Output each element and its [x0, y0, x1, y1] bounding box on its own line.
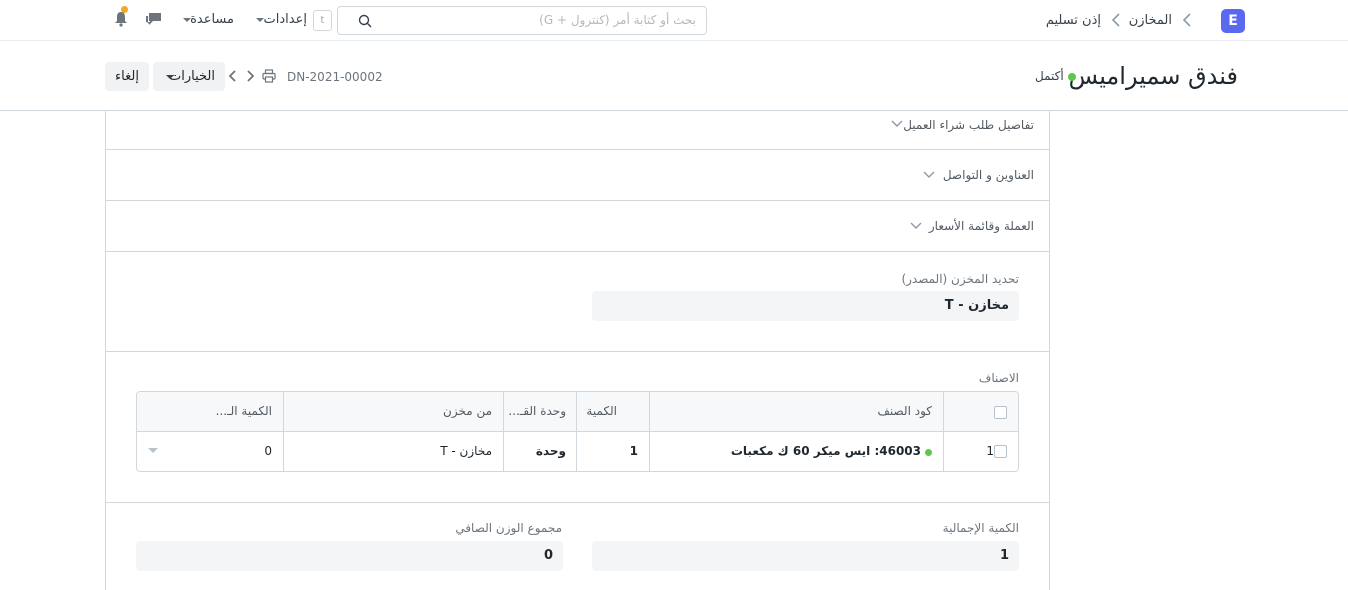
page-title: فندق سميراميس	[1068, 62, 1238, 90]
row-index: 1	[986, 444, 994, 458]
column-header-warehouse[interactable]: من مخزن	[443, 404, 492, 418]
section-title-customer-po: تفاصيل طلب شراء العميل	[903, 118, 1034, 132]
total-qty-label: الكمية الإجمالية	[942, 521, 1019, 535]
search-icon	[358, 14, 372, 28]
row-expand-icon[interactable]	[147, 447, 159, 455]
net-weight-field[interactable]: 0	[136, 541, 563, 571]
item-status-dot	[925, 449, 932, 456]
section-title-currency: العملة وقائمة الأسعار	[928, 219, 1034, 233]
options-label: الخيارات	[169, 69, 215, 84]
shortcut-key-hint: t	[313, 10, 332, 31]
section-address-contact[interactable]: العناوين و التواصل	[106, 150, 1049, 201]
previous-document-icon[interactable]	[226, 68, 240, 84]
options-dropdown-button[interactable]: الخيارات	[153, 62, 225, 91]
warehouse-cell[interactable]: مخازن - T	[440, 444, 492, 458]
column-divider	[576, 392, 577, 471]
net-weight-label: مجموع الوزن الصافي	[455, 521, 562, 535]
section-customer-po[interactable]: تفاصيل طلب شراء العميل	[106, 111, 1049, 150]
column-header-qty[interactable]: الكمية	[586, 404, 617, 418]
notification-dot	[121, 6, 128, 13]
status-badge: أكتمل	[1035, 69, 1064, 83]
print-icon[interactable]	[262, 69, 276, 83]
app-logo[interactable]: E	[1221, 9, 1245, 33]
status-indicator-dot	[1068, 73, 1076, 81]
source-warehouse-field[interactable]: مخازن - T	[592, 291, 1019, 321]
navbar: E المخازن إذن تسليم بحث أو كتابة أمر (كن…	[0, 0, 1348, 41]
section-totals: الكمية الإجمالية 1 مجموع الوزن الصافي 0	[106, 503, 1049, 590]
cancel-button[interactable]: إلغاء	[105, 62, 149, 91]
chevron-left-icon	[1111, 13, 1120, 27]
column-divider	[283, 392, 284, 471]
chat-icon[interactable]	[145, 11, 163, 27]
item-code-cell[interactable]: 46003: ايس ميكر 60 ك مكعبات	[731, 444, 921, 458]
column-header-last-qty[interactable]: الكمية الـ...	[216, 404, 272, 418]
chevron-down-icon	[910, 222, 922, 229]
breadcrumb-delivery-note[interactable]: إذن تسليم	[1046, 13, 1101, 28]
items-table: كود الصنف الكمية وحدة القـ... من مخزن ال…	[136, 391, 1019, 472]
section-title-address: العناوين و التواصل	[942, 168, 1034, 182]
breadcrumb-warehouses[interactable]: المخازن	[1129, 13, 1172, 28]
caret-down-icon	[166, 75, 174, 79]
column-header-uom[interactable]: وحدة القـ...	[508, 404, 566, 418]
next-document-icon[interactable]	[243, 68, 257, 84]
chevron-down-icon	[891, 120, 903, 127]
help-dropdown[interactable]: مساعدة	[190, 12, 234, 27]
search-placeholder: بحث أو كتابة أمر (كنترول + G)	[539, 13, 696, 27]
section-warehouse: تحديد المخزن (المصدر) مخازن - T	[106, 252, 1049, 352]
uom-cell[interactable]: وحدة	[536, 444, 566, 458]
section-currency-pricelist[interactable]: العملة وقائمة الأسعار	[106, 201, 1049, 252]
last-qty-cell[interactable]: 0	[264, 444, 272, 458]
items-label: الاصناف	[978, 371, 1019, 385]
column-header-item-code[interactable]: كود الصنف	[877, 404, 932, 418]
column-divider	[649, 392, 650, 471]
settings-dropdown[interactable]: إعدادات	[264, 12, 307, 27]
chevron-down-icon	[923, 171, 935, 178]
form-body: تفاصيل طلب شراء العميل العناوين و التواص…	[105, 111, 1050, 590]
bell-icon[interactable]	[114, 11, 128, 27]
warehouse-label: تحديد المخزن (المصدر)	[901, 272, 1019, 286]
column-divider	[503, 392, 504, 471]
row-checkbox[interactable]	[994, 445, 1007, 458]
search-input[interactable]: بحث أو كتابة أمر (كنترول + G)	[337, 6, 707, 35]
caret-down-icon	[183, 18, 191, 22]
total-qty-field[interactable]: 1	[592, 541, 1019, 571]
caret-down-icon	[256, 18, 264, 22]
chevron-left-icon	[1182, 13, 1191, 27]
qty-cell[interactable]: 1	[630, 444, 638, 458]
select-all-checkbox[interactable]	[994, 406, 1007, 419]
document-name: DN-2021-00002	[287, 70, 383, 84]
column-divider	[943, 392, 944, 471]
